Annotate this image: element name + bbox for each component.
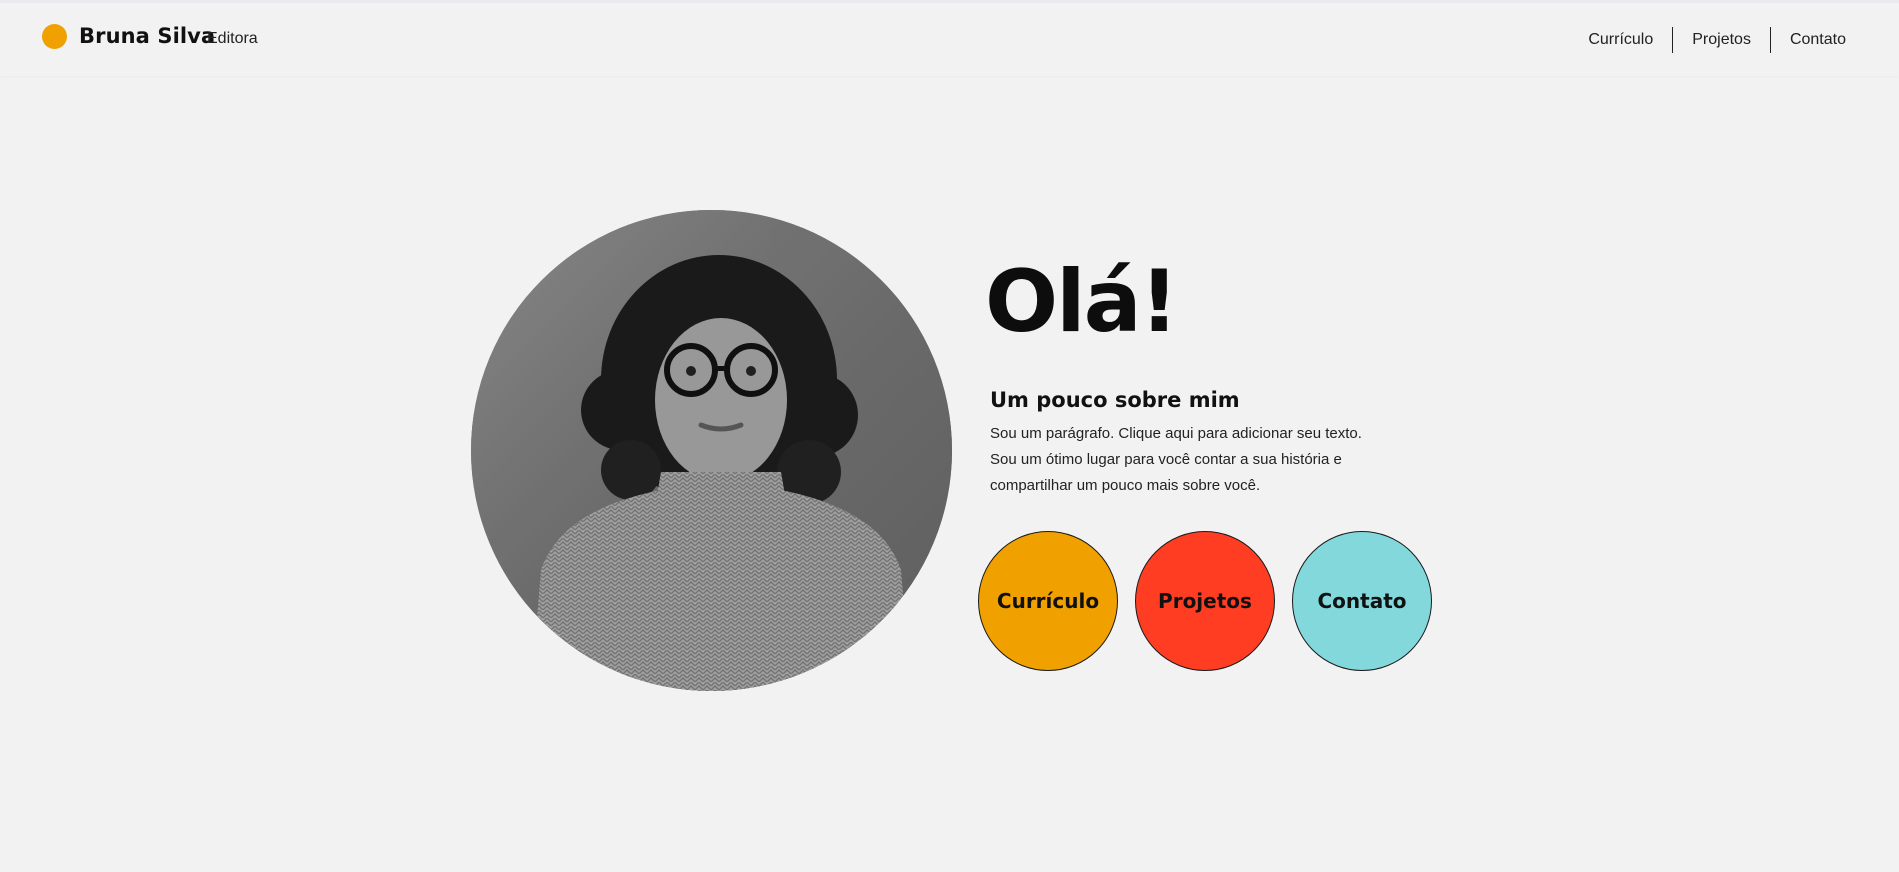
main-nav: Currículo Projetos Contato (1569, 27, 1846, 53)
nav-item-contato[interactable]: Contato (1771, 27, 1846, 53)
brand-name[interactable]: Bruna Silva (79, 24, 215, 48)
contato-button-label: Contato (1317, 589, 1407, 613)
site-header: Bruna Silva Editora Currículo Projetos C… (0, 0, 1899, 76)
brand-role: Editora (207, 30, 258, 47)
curriculo-button[interactable]: Currículo (978, 531, 1118, 671)
greeting-heading: Olá! (985, 252, 1179, 352)
contato-button[interactable]: Contato (1292, 531, 1432, 671)
projetos-button-label: Projetos (1158, 589, 1252, 613)
about-paragraph: Sou um parágrafo. Clique aqui para adici… (990, 425, 1362, 494)
projetos-button[interactable]: Projetos (1135, 531, 1275, 671)
nav-item-projetos[interactable]: Projetos (1673, 27, 1770, 53)
profile-photo (471, 210, 952, 691)
profile-photo-illustration (471, 210, 952, 691)
nav-item-curriculo[interactable]: Currículo (1569, 27, 1672, 53)
about-title: Um pouco sobre mim (990, 388, 1240, 412)
curriculo-button-label: Currículo (996, 589, 1100, 613)
logo-dot-icon[interactable] (42, 24, 67, 49)
